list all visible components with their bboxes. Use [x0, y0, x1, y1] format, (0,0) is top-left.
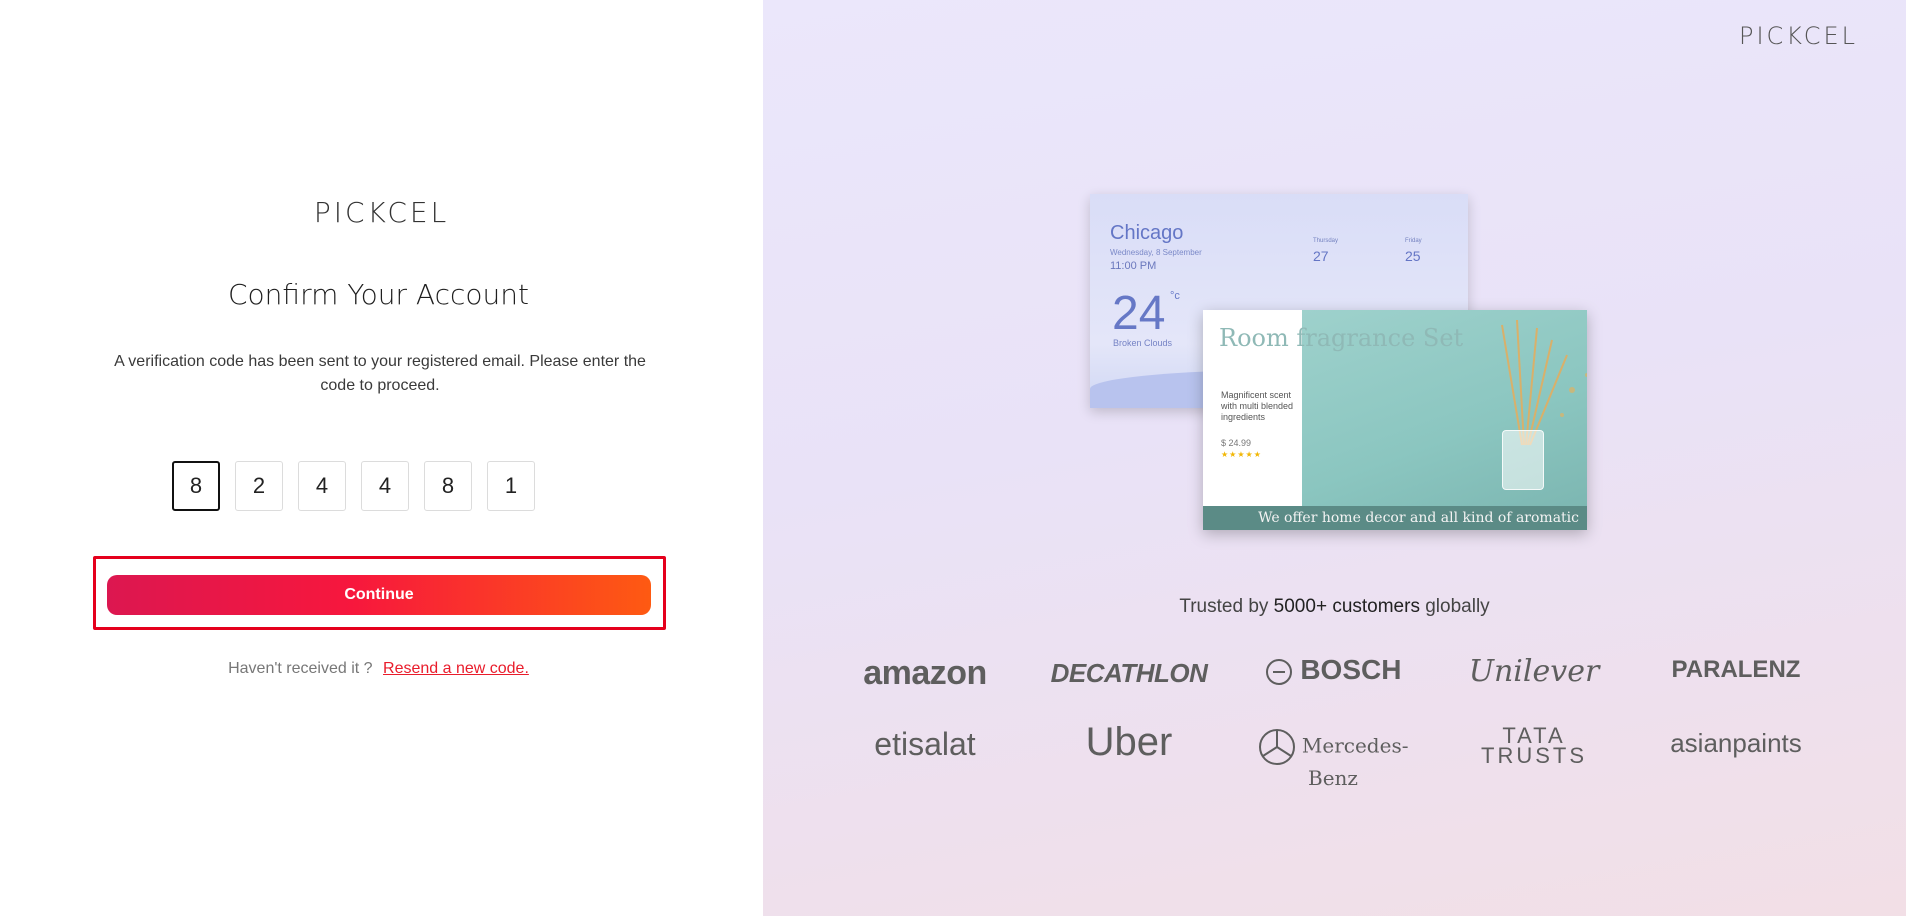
- trusted-prefix: Trusted by: [1179, 596, 1269, 617]
- otp-input-group: 8 2 4 4 8 1: [172, 461, 535, 511]
- resend-code-link[interactable]: Resend a new code.: [383, 660, 529, 677]
- resend-prompt: Haven't received it ?: [228, 660, 373, 677]
- trusted-by-text: Trusted by 5000+ customers globally: [763, 596, 1906, 618]
- continue-button[interactable]: Continue: [107, 575, 651, 615]
- forecast-day-2: Friday: [1405, 238, 1422, 244]
- decathlon-logo: DECATHLON: [1050, 658, 1208, 688]
- weather-condition: Broken Clouds: [1113, 338, 1173, 348]
- promo-title: Room fragrance Set: [1219, 324, 1464, 352]
- forecast-temp-1: 27: [1313, 248, 1329, 264]
- paralenz-logo: PARALENZ: [1671, 656, 1801, 683]
- uber-logo: Uber: [1085, 720, 1173, 764]
- weather-temperature: 24: [1112, 287, 1166, 340]
- promo-price: $ 24.99: [1221, 438, 1252, 448]
- page-title: Confirm Your Account: [228, 278, 529, 311]
- otp-digit-2[interactable]: 2: [235, 461, 283, 511]
- fragrance-preview-card: Room fragrance Set Magnificent scent wit…: [1203, 310, 1587, 530]
- otp-digit-1[interactable]: 8: [172, 461, 220, 511]
- forecast-day-1: Thursday: [1313, 238, 1339, 244]
- etisalat-logo: etisalat: [874, 726, 976, 762]
- mercedes-logo: Mercedes-Benz: [1243, 728, 1423, 790]
- asianpaints-logo: asianpaints: [1670, 728, 1802, 758]
- rating-stars: ★★★★★: [1221, 450, 1262, 459]
- resend-row: Haven't received it ? Resend a new code.: [0, 660, 757, 678]
- verification-description: A verification code has been sent to you…: [114, 353, 646, 394]
- otp-digit-5[interactable]: 8: [424, 461, 472, 511]
- promo-description: Magnificent scent with multi blended ing…: [1221, 390, 1294, 422]
- tata-trusts-logo: TATA TRUSTS: [1481, 723, 1587, 768]
- pickcel-logo-top: PICKCEL: [1738, 22, 1858, 50]
- otp-digit-3[interactable]: 4: [298, 461, 346, 511]
- bosch-emblem-icon: [1265, 658, 1292, 685]
- customer-count: 5000+ customers: [1273, 596, 1420, 617]
- amazon-logo: amazon: [863, 654, 987, 692]
- weather-time: 11:00 PM: [1110, 260, 1157, 272]
- bosch-logo: BOSCH: [1243, 654, 1423, 686]
- trusted-suffix: globally: [1425, 596, 1490, 617]
- forecast-temp-2: 25: [1405, 248, 1421, 264]
- weather-unit: °c: [1170, 290, 1180, 302]
- auth-panel: PICKCEL Confirm Your Account A verificat…: [0, 0, 763, 916]
- weather-city: Chicago: [1110, 222, 1184, 244]
- mercedes-star-icon: [1258, 729, 1295, 765]
- marketing-panel: PICKCEL Chicago Wednesday, 8 September 1…: [763, 0, 1906, 916]
- mercedes-text: Mercedes-Benz: [1301, 733, 1409, 791]
- unilever-logo: Unilever: [1468, 654, 1600, 689]
- otp-digit-6[interactable]: 1: [487, 461, 535, 511]
- otp-digit-4[interactable]: 4: [361, 461, 409, 511]
- diffuser-bottle: [1502, 430, 1544, 490]
- promo-banner: We offer home decor and all kind of arom…: [1203, 506, 1587, 530]
- pickcel-logo: PICKCEL: [313, 196, 450, 229]
- weather-date: Wednesday, 8 September: [1110, 248, 1202, 257]
- bosch-text: BOSCH: [1300, 654, 1402, 685]
